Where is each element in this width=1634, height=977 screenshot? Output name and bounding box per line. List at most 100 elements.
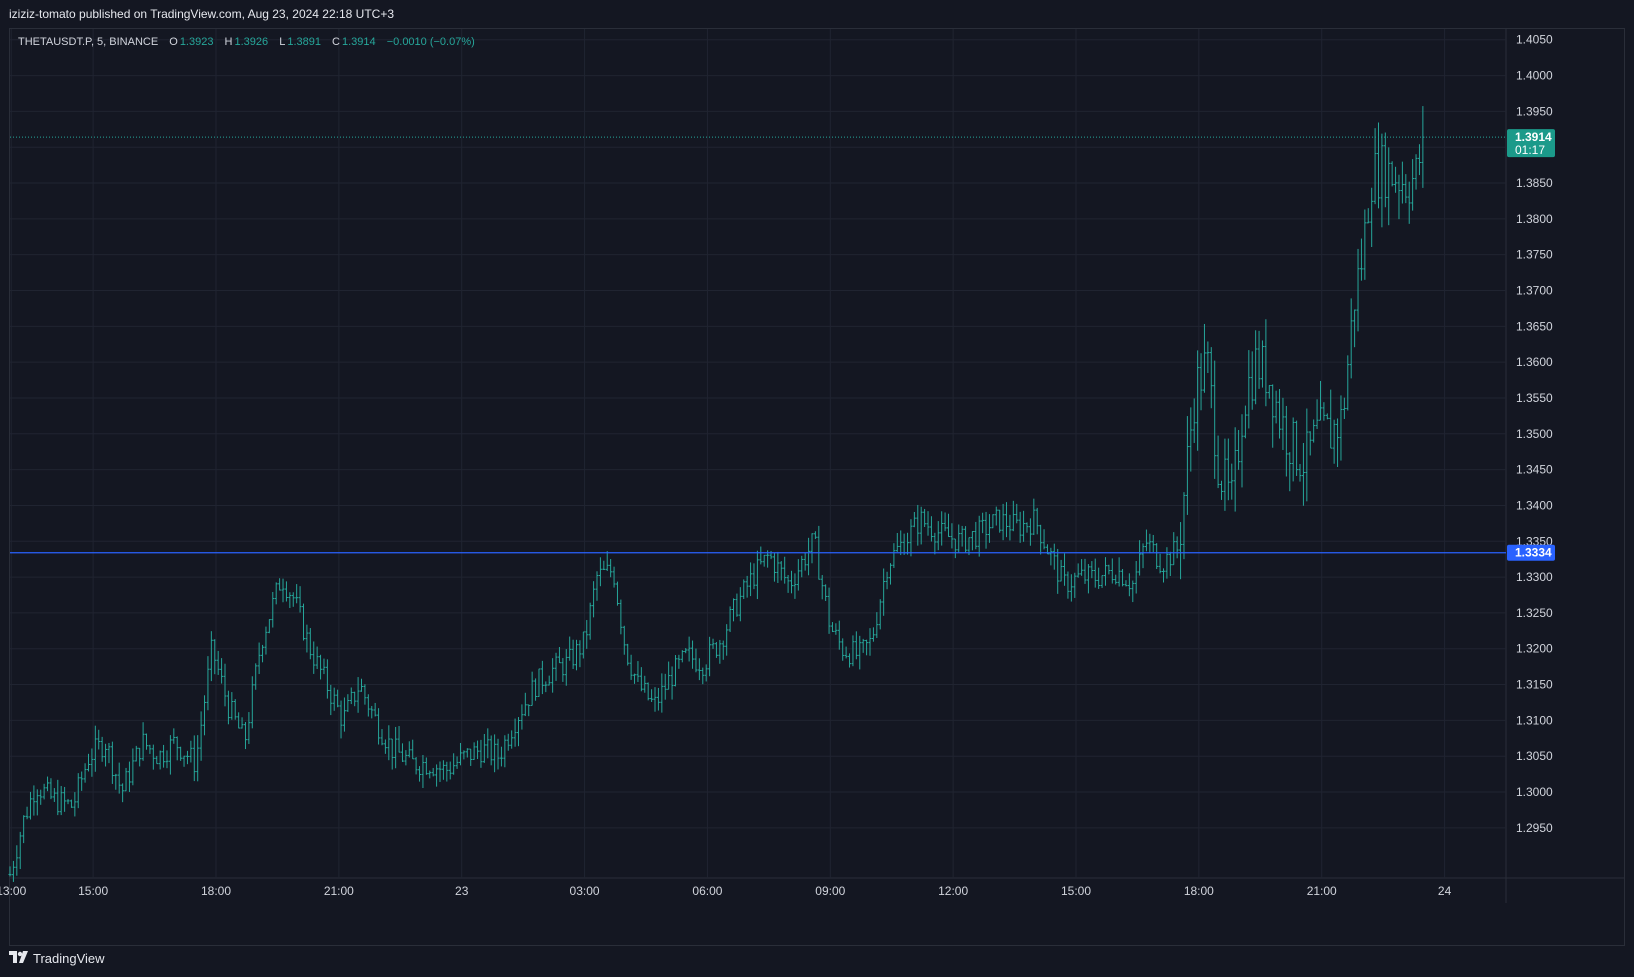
ohlc-bar [1237, 430, 1241, 470]
ohlc-bar [786, 575, 790, 593]
ohlc-bar [1220, 480, 1224, 500]
ohlc-bar [486, 728, 490, 759]
ohlc-bar [824, 584, 828, 602]
ohlc-bar [1080, 559, 1084, 576]
ohlc-bar [165, 750, 169, 769]
ohlc-bar [1250, 351, 1254, 410]
ohlc-bar [1025, 522, 1029, 533]
ohlc-bar [673, 655, 677, 687]
ohlc-bar [1308, 431, 1312, 456]
ohlc-bar [701, 667, 705, 685]
ohlc-bar [708, 636, 712, 677]
ohlc-bar [1397, 174, 1401, 220]
ohlc-bar [837, 620, 841, 650]
ohlc-bar [414, 757, 418, 775]
ohlc-bar [56, 779, 60, 816]
ohlc-bar [926, 511, 930, 536]
ohlc-bar [1407, 181, 1411, 224]
ohlc-bar [1325, 413, 1329, 420]
ohlc-bar [25, 806, 29, 820]
ohlc-bar [114, 773, 118, 790]
ohlc-bar [192, 735, 196, 782]
ohlc-bar [629, 654, 633, 680]
ohlc-bar [912, 511, 916, 528]
ohlc-bar [810, 533, 814, 564]
ohlc-bar [308, 628, 312, 660]
ohlc-bar [145, 733, 149, 750]
ohlc-bar [933, 532, 937, 555]
ohlc-bar [622, 625, 626, 655]
price-tick-label: 1.4050 [1516, 33, 1553, 47]
ohlc-bar [1138, 540, 1142, 576]
ohlc-bar [199, 711, 203, 761]
ohlc-bar [1172, 532, 1176, 566]
ohlc-bar [943, 512, 947, 532]
ohlc-bar [1049, 547, 1053, 566]
ohlc-bar [752, 563, 756, 590]
ohlc-bar [1069, 574, 1073, 602]
ohlc-bar [291, 592, 295, 607]
ohlc-bar [1124, 580, 1128, 587]
ohlc-bar [97, 729, 101, 750]
ohlc-bar [1339, 395, 1343, 461]
legend-low-label: L [279, 36, 286, 48]
ohlc-bar [346, 694, 350, 712]
ohlc-bar [22, 815, 26, 844]
ohlc-bar [1359, 238, 1363, 281]
ohlc-bar [697, 658, 701, 681]
ohlc-bar [127, 761, 131, 792]
ohlc-bar [267, 619, 271, 634]
ohlc-bar [288, 592, 292, 608]
ohlc-bar [1110, 558, 1114, 584]
ohlc-bar [691, 640, 695, 669]
footer-brand[interactable]: TradingView [9, 951, 105, 966]
ohlc-bar [138, 747, 142, 767]
ohlc-bar [711, 638, 715, 649]
ohlc-bar [438, 761, 442, 782]
ohlc-bar [1182, 492, 1186, 560]
ohlc-bar [435, 764, 439, 787]
ohlc-bar [1216, 435, 1220, 489]
ohlc-bar [1288, 452, 1292, 492]
ohlc-bar [203, 695, 207, 736]
ohlc-bar [759, 546, 763, 565]
price-tick-label: 1.3550 [1516, 391, 1553, 405]
ohlc-bar [1411, 159, 1415, 211]
legend-change: −0.0010 (−0.07%) [386, 36, 475, 48]
ohlc-bar [841, 638, 845, 661]
legend-symbol[interactable]: THETAUSDT.P, 5, BINANCE [18, 36, 158, 48]
ohlc-bar [107, 742, 111, 764]
ohlc-bar [493, 734, 497, 773]
ohlc-bar [547, 675, 551, 686]
ohlc-bar [131, 748, 135, 786]
chart-svg[interactable]: 1.40501.40001.39501.39001.38501.38001.37… [0, 0, 1634, 977]
ohlc-bar [919, 506, 923, 545]
ohlc-bar [141, 722, 145, 761]
ohlc-bar [1063, 553, 1067, 586]
ohlc-bar [11, 860, 15, 882]
ohlc-bar [745, 575, 749, 598]
ohlc-bar [585, 620, 589, 649]
ohlc-bar [49, 778, 53, 800]
ohlc-bar [496, 738, 500, 770]
current-price-label: 1.3914 [1515, 130, 1552, 144]
ohlc-bar [83, 763, 87, 783]
ohlc-bar [1223, 438, 1227, 511]
ohlc-bar [349, 687, 353, 705]
ohlc-bar [1291, 417, 1295, 482]
price-tick-label: 1.3750 [1516, 248, 1553, 262]
legend-close-label: C [332, 36, 340, 48]
ohlc-bar [820, 575, 824, 600]
ohlc-bar [59, 785, 63, 816]
time-tick-label: 12:00 [938, 884, 968, 898]
symbol-legend[interactable]: THETAUSDT.P, 5, BINANCE O 1.3923 H 1.3926 … [18, 36, 477, 48]
ohlc-bar [946, 513, 950, 538]
ohlc-bar [230, 692, 234, 720]
ohlc-bar [923, 508, 927, 528]
ohlc-bar [656, 687, 660, 711]
ohlc-bar [1404, 174, 1408, 204]
ohlc-bar [575, 639, 579, 671]
ohlc-bar [247, 712, 251, 745]
ohlc-bar [1189, 407, 1193, 472]
ohlc-bar [1121, 568, 1125, 587]
